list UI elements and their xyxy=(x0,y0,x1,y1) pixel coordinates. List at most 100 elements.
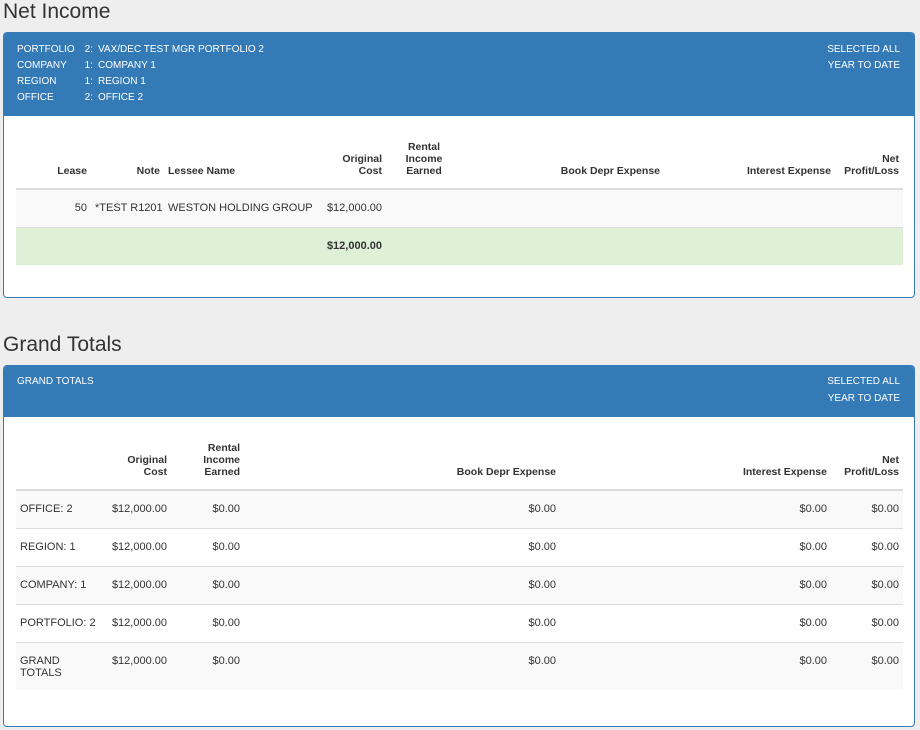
cell-original-cost: $12,000.00 xyxy=(98,641,171,690)
cell-book-depr: $0.00 xyxy=(244,527,560,566)
col-label-line: Cost xyxy=(143,466,167,478)
cell-book-depr xyxy=(462,188,664,227)
header-row-region: REGION 1: REGION 1 xyxy=(17,74,317,90)
cell-empty xyxy=(835,226,903,265)
net-income-table: Lease Note Lessee Name Original Cost Rent… xyxy=(16,139,903,265)
col-label xyxy=(16,440,98,491)
cell-empty xyxy=(664,226,835,265)
cell-total-original-cost: $12,000.00 xyxy=(316,226,386,265)
table-header-row: Original Cost Rental Income Earned Book Dep… xyxy=(16,440,903,491)
net-income-panel: PORTFOLIO 2: VAX/DEC TEST MGR PORTFOLIO … xyxy=(3,32,915,298)
cell-interest: $0.00 xyxy=(560,603,831,642)
cell-net: $0.00 xyxy=(831,603,903,642)
header-value: REGION 1 xyxy=(98,76,146,87)
cell-label: GRAND TOTALS xyxy=(16,641,98,690)
col-label-line: Rental xyxy=(207,442,240,454)
header-num: 1: xyxy=(84,60,93,71)
col-net-profit-loss[interactable]: Net Profit/Loss xyxy=(835,139,903,190)
col-lease[interactable]: Lease xyxy=(16,139,91,190)
table-row-grand-total[interactable]: GRAND TOTALS $12,000.00 $0.00 $0.00 $0.00… xyxy=(16,641,903,690)
cell-rental-income: $0.00 xyxy=(171,489,244,528)
cell-interest: $0.00 xyxy=(560,641,831,690)
table-row[interactable]: REGION: 1 $12,000.00 $0.00 $0.00 $0.00 $… xyxy=(16,527,903,566)
selected-label: SELECTED ALL xyxy=(827,376,900,387)
cell-net: $0.00 xyxy=(831,527,903,566)
table-row[interactable]: 50 *TEST R1201 WESTON HOLDING GROUP $12,… xyxy=(16,188,903,227)
period-label: YEAR TO DATE xyxy=(827,393,900,404)
cell-rental-income: $0.00 xyxy=(171,603,244,642)
header-row-grand-totals: GRAND TOTALS xyxy=(17,374,217,390)
table-header-row: Lease Note Lessee Name Original Cost Rent… xyxy=(16,139,903,190)
cell-interest: $0.00 xyxy=(560,527,831,566)
col-label-line: Earned xyxy=(204,466,240,478)
cell-original-cost: $12,000.00 xyxy=(98,565,171,604)
net-income-title: Net Income xyxy=(3,0,111,23)
header-label: PORTFOLIO xyxy=(17,44,75,55)
col-rental-income-earned[interactable]: Rental Income Earned xyxy=(386,139,462,190)
cell-original-cost: $12,000.00 xyxy=(316,188,386,227)
col-net-profit-loss[interactable]: Net Profit/Loss xyxy=(831,440,903,491)
header-label: COMPANY xyxy=(17,60,67,71)
grand-totals-header: GRAND TOTALS SELECTED ALL YEAR TO DATE xyxy=(4,366,914,417)
col-rental-income-earned[interactable]: Rental Income Earned xyxy=(171,440,244,491)
cell-rental-income: $0.00 xyxy=(171,641,244,690)
cell-original-cost: $12,000.00 xyxy=(98,603,171,642)
grand-totals-title: Grand Totals xyxy=(3,333,122,356)
cell-label-line: GRAND xyxy=(20,654,60,667)
col-label-line: Income xyxy=(405,153,443,165)
net-income-header: PORTFOLIO 2: VAX/DEC TEST MGR PORTFOLIO … xyxy=(4,33,914,116)
cell-empty xyxy=(386,226,462,265)
cell-lessee-name: WESTON HOLDING GROUP xyxy=(164,188,316,227)
table-row[interactable]: PORTFOLIO: 2 $12,000.00 $0.00 $0.00 $0.0… xyxy=(16,603,903,642)
cell-label: COMPANY: 1 xyxy=(16,565,98,604)
col-label-line: Original xyxy=(127,454,167,466)
col-book-depr-expense[interactable]: Book Depr Expense xyxy=(462,139,664,190)
cell-interest: $0.00 xyxy=(560,489,831,528)
header-num: 2: xyxy=(84,44,93,55)
cell-lease: 50 xyxy=(16,188,91,227)
cell-empty xyxy=(164,226,316,265)
header-value: OFFICE 2 xyxy=(98,92,144,103)
header-num: 1: xyxy=(84,76,93,87)
header-label: OFFICE xyxy=(17,92,54,103)
cell-label: REGION: 1 xyxy=(16,527,98,566)
col-interest-expense[interactable]: Interest Expense xyxy=(560,440,831,491)
col-original-cost[interactable]: Original Cost xyxy=(316,139,386,190)
cell-original-cost: $12,000.00 xyxy=(98,489,171,528)
cell-empty xyxy=(16,226,91,265)
col-label-line: Net xyxy=(882,153,899,165)
selected-label: SELECTED ALL xyxy=(827,44,900,55)
cell-label: OFFICE: 2 xyxy=(16,489,98,528)
header-value: COMPANY 1 xyxy=(98,60,156,71)
cell-rental-income xyxy=(386,188,462,227)
header-value: VAX/DEC TEST MGR PORTFOLIO 2 xyxy=(98,44,264,55)
col-note[interactable]: Note xyxy=(91,139,164,190)
col-label-line: Net xyxy=(882,454,899,466)
col-original-cost[interactable]: Original Cost xyxy=(98,440,171,491)
cell-net: $0.00 xyxy=(831,641,903,690)
table-row[interactable]: COMPANY: 1 $12,000.00 $0.00 $0.00 $0.00 … xyxy=(16,565,903,604)
col-label-line: Original xyxy=(342,153,382,165)
cell-original-cost: $12,000.00 xyxy=(98,527,171,566)
header-row-office: OFFICE 2: OFFICE 2 xyxy=(17,90,317,106)
cell-note: *TEST R1201 xyxy=(91,188,164,227)
header-num: 2: xyxy=(84,92,93,103)
cell-net: $0.00 xyxy=(831,565,903,604)
cell-interest xyxy=(664,188,835,227)
header-label: REGION xyxy=(17,76,57,87)
col-label-line: Cost xyxy=(358,165,382,177)
col-label-line: Income xyxy=(203,454,240,466)
col-label-line: Profit/Loss xyxy=(844,466,899,478)
col-interest-expense[interactable]: Interest Expense xyxy=(664,139,835,190)
cell-net xyxy=(835,188,903,227)
col-book-depr-expense[interactable]: Book Depr Expense xyxy=(244,440,560,491)
cell-book-depr: $0.00 xyxy=(244,489,560,528)
table-row[interactable]: OFFICE: 2 $12,000.00 $0.00 $0.00 $0.00 $… xyxy=(16,489,903,528)
cell-rental-income: $0.00 xyxy=(171,565,244,604)
cell-empty xyxy=(91,226,164,265)
cell-net: $0.00 xyxy=(831,489,903,528)
period-label: YEAR TO DATE xyxy=(827,60,900,71)
table-total-row: $12,000.00 xyxy=(16,226,903,265)
cell-label: PORTFOLIO: 2 xyxy=(16,603,98,642)
col-lessee-name[interactable]: Lessee Name xyxy=(164,139,316,190)
